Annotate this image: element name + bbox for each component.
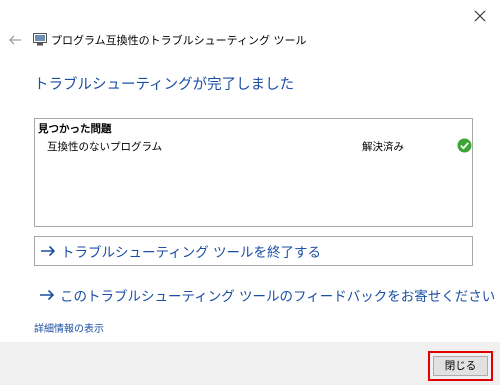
problem-status: 解決済み: [362, 141, 404, 153]
arrow-right-icon: [40, 289, 55, 301]
close-icon[interactable]: [472, 8, 488, 24]
close-troubleshooter-label: トラブルシューティング ツールを終了する: [61, 245, 321, 261]
problems-found-panel: 見つかった問題 互換性のないプログラム 解決済み: [34, 118, 473, 227]
arrow-right-icon: [41, 245, 56, 257]
view-details-link[interactable]: 詳細情報の表示: [34, 320, 104, 335]
problems-found-header: 見つかった問題: [38, 123, 112, 135]
problem-row: 互換性のないプログラム 解決済み: [35, 136, 472, 154]
check-icon: [457, 138, 472, 153]
close-button-highlight: 閉じる: [428, 351, 493, 381]
problem-name: 互換性のないプログラム: [47, 141, 163, 153]
back-arrow-icon[interactable]: [8, 34, 22, 46]
window-title: プログラム互換性のトラブルシューティング ツール: [51, 34, 307, 47]
send-feedback-label: このトラブルシューティング ツールのフィードバックをお寄せください: [60, 289, 496, 305]
footer-bar: 閉じる: [0, 342, 500, 385]
close-troubleshooter-link[interactable]: トラブルシューティング ツールを終了する: [34, 236, 473, 266]
close-button[interactable]: 閉じる: [433, 356, 488, 376]
troubleshooter-app-icon: [33, 33, 47, 46]
page-heading: トラブルシューティングが完了しました: [34, 77, 295, 93]
send-feedback-link[interactable]: このトラブルシューティング ツールのフィードバックをお寄せください: [34, 280, 495, 310]
